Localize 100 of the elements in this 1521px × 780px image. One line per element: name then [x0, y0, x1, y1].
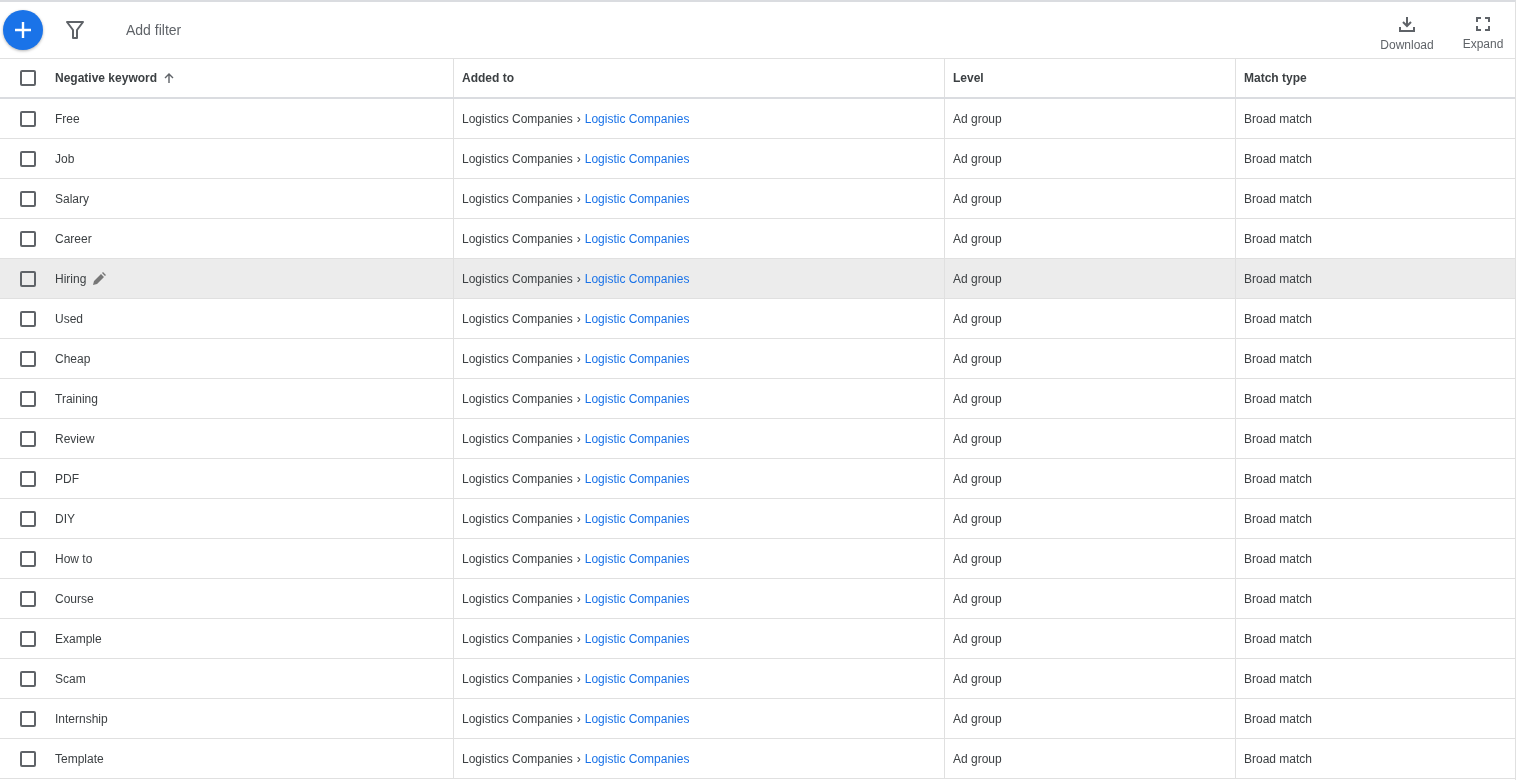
- row-checkbox[interactable]: [19, 590, 36, 607]
- keyword-text: Cheap: [55, 351, 91, 366]
- row-checkbox[interactable]: [19, 470, 36, 487]
- table-row[interactable]: How to Logistics Companies › Logistic Companies Ad group Broad match: [0, 539, 1515, 579]
- column-header[interactable]: Added to: [454, 59, 945, 97]
- table-row[interactable]: Job Logistics Companies › Logistic Companies Ad group Broad match: [0, 139, 1515, 179]
- level-text: Ad group: [953, 151, 1002, 166]
- table-row[interactable]: Scam Logistics Companies › Logistic Companies Ad group Broad match: [0, 659, 1515, 699]
- ad-group-link[interactable]: Logistic Companies: [584, 591, 690, 606]
- keyword-text: Scam: [55, 671, 86, 686]
- match-type-text: Broad match: [1244, 231, 1313, 246]
- campaign-text: Logistics Companies: [462, 511, 573, 526]
- level-text: Ad group: [953, 391, 1002, 406]
- table-row[interactable]: Course Logistics Companies › Logistic Companies Ad group Broad match: [0, 579, 1515, 619]
- campaign-text: Logistics Companies: [462, 351, 573, 366]
- row-checkbox[interactable]: [19, 310, 36, 327]
- row-checkbox[interactable]: [19, 510, 36, 527]
- edit-icon[interactable]: [92, 271, 107, 286]
- breadcrumb-separator: ›: [576, 311, 581, 326]
- table-row[interactable]: Salary Logistics Companies › Logistic Companies Ad group Broad match: [0, 179, 1515, 219]
- row-checkbox[interactable]: [19, 230, 36, 247]
- row-checkbox[interactable]: [19, 350, 36, 367]
- level-text: Ad group: [953, 671, 1002, 686]
- ad-group-link[interactable]: Logistic Companies: [584, 271, 690, 286]
- table-row[interactable]: Free Logistics Companies › Logistic Companies Ad group Broad match: [0, 99, 1515, 139]
- ad-group-link[interactable]: Logistic Companies: [584, 711, 690, 726]
- match-type-text: Broad match: [1244, 431, 1313, 446]
- ad-group-link[interactable]: Logistic Companies: [584, 671, 690, 686]
- expand-icon: [1476, 17, 1490, 31]
- campaign-text: Logistics Companies: [462, 271, 573, 286]
- level-text: Ad group: [953, 751, 1002, 766]
- level-text: Ad group: [953, 631, 1002, 646]
- table-row[interactable]: Review Logistics Companies › Logistic Companies Ad group Broad match: [0, 419, 1515, 459]
- expand-button[interactable]: Expand: [1451, 9, 1515, 51]
- level-text: Ad group: [953, 111, 1002, 126]
- table-row[interactable]: Template Logistics Companies › Logistic Companies Ad group Broad match: [0, 739, 1515, 779]
- column-header[interactable]: Level: [945, 59, 1236, 97]
- table-row[interactable]: Training Logistics Companies › Logistic Companies Ad group Broad match: [0, 379, 1515, 419]
- ad-group-link[interactable]: Logistic Companies: [584, 191, 690, 206]
- ad-group-link[interactable]: Logistic Companies: [584, 551, 690, 566]
- ad-group-link[interactable]: Logistic Companies: [584, 151, 690, 166]
- ad-group-link[interactable]: Logistic Companies: [584, 431, 690, 446]
- row-checkbox[interactable]: [19, 430, 36, 447]
- match-type-text: Broad match: [1244, 191, 1313, 206]
- ad-group-link[interactable]: Logistic Companies: [584, 631, 690, 646]
- match-type-text: Broad match: [1244, 591, 1313, 606]
- ad-group-link[interactable]: Logistic Companies: [584, 471, 690, 486]
- match-type-text: Broad match: [1244, 311, 1313, 326]
- table-row[interactable]: PDF Logistics Companies › Logistic Companies Ad group Broad match: [0, 459, 1515, 499]
- breadcrumb-separator: ›: [576, 191, 581, 206]
- row-checkbox[interactable]: [19, 550, 36, 567]
- keyword-text: Review: [55, 431, 95, 446]
- row-checkbox[interactable]: [19, 670, 36, 687]
- add-button[interactable]: [3, 10, 43, 50]
- campaign-text: Logistics Companies: [462, 231, 573, 246]
- download-button[interactable]: Download: [1375, 8, 1439, 52]
- campaign-text: Logistics Companies: [462, 471, 573, 486]
- breadcrumb-separator: ›: [576, 551, 581, 566]
- ad-group-link[interactable]: Logistic Companies: [584, 351, 690, 366]
- row-checkbox[interactable]: [19, 190, 36, 207]
- table-row[interactable]: DIY Logistics Companies › Logistic Companies Ad group Broad match: [0, 499, 1515, 539]
- campaign-text: Logistics Companies: [462, 671, 573, 686]
- column-header[interactable]: Negative keyword: [45, 59, 454, 97]
- campaign-text: Logistics Companies: [462, 751, 573, 766]
- keyword-text: How to: [55, 551, 93, 566]
- add-filter-link[interactable]: Add filter: [126, 22, 182, 38]
- row-checkbox[interactable]: [19, 150, 36, 167]
- breadcrumb-separator: ›: [576, 591, 581, 606]
- match-type-text: Broad match: [1244, 351, 1313, 366]
- filter-icon[interactable]: [66, 21, 84, 39]
- table-row[interactable]: Career Logistics Companies › Logistic Companies Ad group Broad match: [0, 219, 1515, 259]
- row-checkbox[interactable]: [19, 710, 36, 727]
- column-header[interactable]: Match type: [1236, 59, 1515, 97]
- breadcrumb-separator: ›: [576, 151, 581, 166]
- breadcrumb-separator: ›: [576, 511, 581, 526]
- match-type-text: Broad match: [1244, 551, 1313, 566]
- match-type-text: Broad match: [1244, 751, 1313, 766]
- row-checkbox[interactable]: [19, 270, 36, 287]
- ad-group-link[interactable]: Logistic Companies: [584, 311, 690, 326]
- ad-group-link[interactable]: Logistic Companies: [584, 391, 690, 406]
- table-row[interactable]: Used Logistics Companies › Logistic Companies Ad group Broad match: [0, 299, 1515, 339]
- keyword-text: Example: [55, 631, 102, 646]
- ad-group-link[interactable]: Logistic Companies: [584, 511, 690, 526]
- table-row[interactable]: Internship Logistics Companies › Logistic Companies Ad group Broad match: [0, 699, 1515, 739]
- row-checkbox[interactable]: [19, 630, 36, 647]
- ad-group-link[interactable]: Logistic Companies: [584, 751, 690, 766]
- download-icon: [1399, 16, 1415, 32]
- ad-group-link[interactable]: Logistic Companies: [584, 111, 690, 126]
- keyword-text: Template: [55, 751, 104, 766]
- select-all-checkbox[interactable]: [19, 70, 36, 86]
- table-row[interactable]: Cheap Logistics Companies › Logistic Companies Ad group Broad match: [0, 339, 1515, 379]
- row-checkbox[interactable]: [19, 110, 36, 127]
- level-text: Ad group: [953, 351, 1002, 366]
- table-row[interactable]: Example Logistics Companies › Logistic Companies Ad group Broad match: [0, 619, 1515, 659]
- match-type-text: Broad match: [1244, 271, 1313, 286]
- breadcrumb-separator: ›: [576, 111, 581, 126]
- ad-group-link[interactable]: Logistic Companies: [584, 231, 690, 246]
- campaign-text: Logistics Companies: [462, 431, 573, 446]
- row-checkbox[interactable]: [19, 390, 36, 407]
- row-checkbox[interactable]: [19, 750, 36, 767]
